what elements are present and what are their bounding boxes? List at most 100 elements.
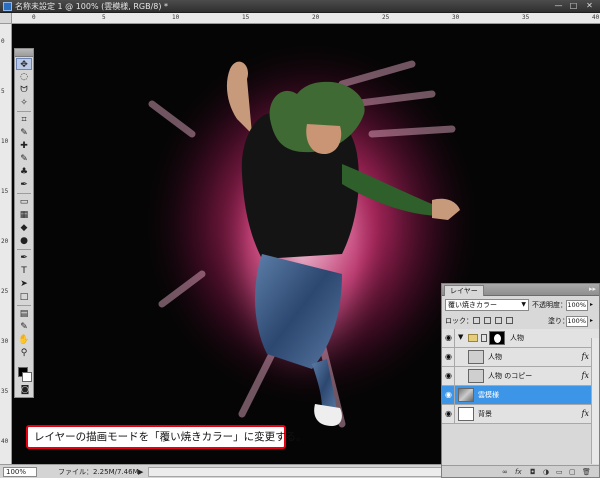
layer-name: 人物 のコピー	[488, 372, 533, 380]
eyedropper-tool-icon[interactable]: ✎	[16, 321, 32, 333]
fx-icon[interactable]: fx	[582, 351, 589, 363]
new-layer-icon[interactable]: ▢	[569, 467, 576, 477]
file-size-info: ファイル：2.25M/7.46M	[58, 468, 139, 476]
collapse-panel-icon[interactable]: ▸▸	[589, 285, 596, 293]
tools-list: ✥ ◌ ᗢ ✧ ⌗ ✎ ✚ ✎ ♣ ✒ ▭ ▦ ◆ ● ✒ T ➤ □ ▤ ✎ ✋ ⚲	[15, 58, 33, 359]
slice-tool-icon[interactable]: ✎	[16, 127, 32, 139]
tool-separator	[17, 111, 31, 112]
move-tool-icon[interactable]: ✥	[16, 58, 32, 70]
brush-tool-icon[interactable]: ✎	[16, 153, 32, 165]
zoom-field[interactable]: 100%	[3, 467, 37, 477]
lock-transparent-icon[interactable]	[473, 317, 480, 324]
layers-scrollbar[interactable]	[591, 338, 599, 464]
adjustment-layer-icon[interactable]: ◑	[543, 467, 549, 477]
close-button[interactable]: ✕	[583, 1, 596, 11]
ruler-tick-label: 35	[1, 388, 9, 395]
healing-brush-tool-icon[interactable]: ✚	[16, 140, 32, 152]
layers-panel-tabbar: レイヤー ▸▸	[442, 284, 599, 296]
lock-all-icon[interactable]	[506, 317, 513, 324]
instruction-caption: レイヤーの描画モードを「覆い焼きカラー」に変更する。	[26, 425, 307, 449]
magic-wand-tool-icon[interactable]: ✧	[16, 97, 32, 109]
trash-icon[interactable]: 🗑	[582, 467, 591, 477]
layer-name: 雲模様	[478, 391, 499, 399]
opacity-slider-arrow-icon[interactable]: ▸	[590, 299, 593, 311]
layer-thumbnail	[458, 407, 474, 421]
ruler-tick-label: 25	[1, 288, 9, 295]
layer-row-person-copy[interactable]: ◉ 人物 のコピー fx ▾	[442, 367, 599, 386]
eye-icon[interactable]: ◉	[443, 405, 455, 423]
layer-name: 人物	[488, 353, 502, 361]
title-bar: 名称未設定 1 @ 100% (雲模様, RGB/8) * — □ ✕	[0, 0, 600, 13]
blend-mode-select[interactable]: 覆い焼きカラー ▼	[445, 299, 529, 311]
ruler-tick-label: 40	[1, 438, 9, 445]
tool-separator	[17, 305, 31, 306]
notes-tool-icon[interactable]: ▤	[16, 308, 32, 320]
ruler-tick-label: 5	[1, 88, 5, 95]
shape-tool-icon[interactable]: □	[16, 291, 32, 303]
fx-icon[interactable]: fx	[582, 370, 589, 382]
add-mask-icon[interactable]: ◘	[530, 467, 536, 477]
status-menu-arrow-icon[interactable]: ▶	[138, 466, 143, 478]
fx-icon[interactable]: fx	[582, 408, 589, 420]
maximize-button[interactable]: □	[567, 1, 580, 11]
new-group-icon[interactable]: ▭	[556, 467, 563, 477]
ruler-origin[interactable]	[0, 13, 12, 24]
crop-tool-icon[interactable]: ⌗	[16, 114, 32, 126]
layer-thumbnail	[458, 388, 474, 402]
layer-row-background[interactable]: ◉ 背景 fx ▾	[442, 405, 599, 424]
ruler-tick-label: 20	[312, 14, 320, 21]
layer-row-group[interactable]: ◉ ▼ 人物	[442, 329, 599, 348]
tools-panel-grip[interactable]	[15, 49, 33, 57]
tab-layers[interactable]: レイヤー	[444, 285, 484, 296]
type-tool-icon[interactable]: T	[16, 265, 32, 277]
gradient-tool-icon[interactable]: ▦	[16, 209, 32, 221]
history-brush-tool-icon[interactable]: ✒	[16, 179, 32, 191]
photoshop-window: 名称未設定 1 @ 100% (雲模様, RGB/8) * — □ ✕ 0 5 10…	[0, 0, 600, 478]
pen-tool-icon[interactable]: ✒	[16, 252, 32, 264]
minimize-button[interactable]: —	[552, 1, 565, 11]
blur-tool-icon[interactable]: ◆	[16, 222, 32, 234]
lock-image-icon[interactable]	[484, 317, 491, 324]
layer-row-person[interactable]: ◉ 人物 fx ▾	[442, 348, 599, 367]
ruler-tick-label: 15	[242, 14, 250, 21]
horizontal-scrollbar[interactable]	[148, 467, 442, 477]
eye-icon[interactable]: ◉	[443, 386, 455, 404]
ruler-tick-label: 0	[32, 14, 36, 21]
lasso-tool-icon[interactable]: ᗢ	[16, 84, 32, 96]
path-selection-tool-icon[interactable]: ➤	[16, 278, 32, 290]
layer-name: 人物	[510, 334, 524, 342]
disclosure-triangle-icon[interactable]: ▼	[458, 333, 463, 341]
horizontal-ruler[interactable]: 0 5 10 15 20 25 30 35 40	[12, 13, 600, 24]
folder-icon	[468, 334, 478, 342]
fill-field[interactable]: 100%	[566, 316, 588, 327]
tool-separator	[17, 193, 31, 194]
link-layers-icon[interactable]: ∞	[502, 467, 508, 477]
zoom-tool-icon[interactable]: ⚲	[16, 347, 32, 359]
lock-position-icon[interactable]	[495, 317, 502, 324]
ruler-tick-label: 30	[452, 14, 460, 21]
fill-slider-arrow-icon[interactable]: ▸	[590, 315, 593, 327]
opacity-field[interactable]: 100%	[566, 300, 588, 311]
dodge-tool-icon[interactable]: ●	[16, 235, 32, 247]
eraser-tool-icon[interactable]: ▭	[16, 196, 32, 208]
tools-panel: ✥ ◌ ᗢ ✧ ⌗ ✎ ✚ ✎ ♣ ✒ ▭ ▦ ◆ ● ✒ T ➤ □ ▤ ✎ ✋ ⚲ ◙	[14, 48, 34, 398]
background-color-swatch[interactable]	[22, 372, 32, 382]
eye-icon[interactable]: ◉	[443, 329, 455, 347]
marquee-tool-icon[interactable]: ◌	[16, 71, 32, 83]
hand-tool-icon[interactable]: ✋	[16, 334, 32, 346]
eye-icon[interactable]: ◉	[443, 348, 455, 366]
ruler-tick-label: 30	[1, 338, 9, 345]
layer-thumbnail	[468, 350, 484, 364]
eye-icon[interactable]: ◉	[443, 367, 455, 385]
vertical-ruler[interactable]: 0 5 10 15 20 25 30 35 40	[0, 24, 12, 464]
layer-mask-thumbnail	[489, 331, 505, 345]
lock-label: ロック：	[445, 317, 473, 325]
layer-row-clouds[interactable]: ◉ 雲模様	[442, 386, 599, 405]
ruler-tick-label: 40	[592, 14, 600, 21]
opacity-label: 不透明度：	[532, 301, 567, 309]
ruler-tick-label: 15	[1, 188, 9, 195]
clone-stamp-tool-icon[interactable]: ♣	[16, 166, 32, 178]
ruler-tick-label: 25	[382, 14, 390, 21]
quick-mask-icon[interactable]: ◙	[17, 384, 33, 396]
add-style-icon[interactable]: fx	[515, 467, 522, 477]
